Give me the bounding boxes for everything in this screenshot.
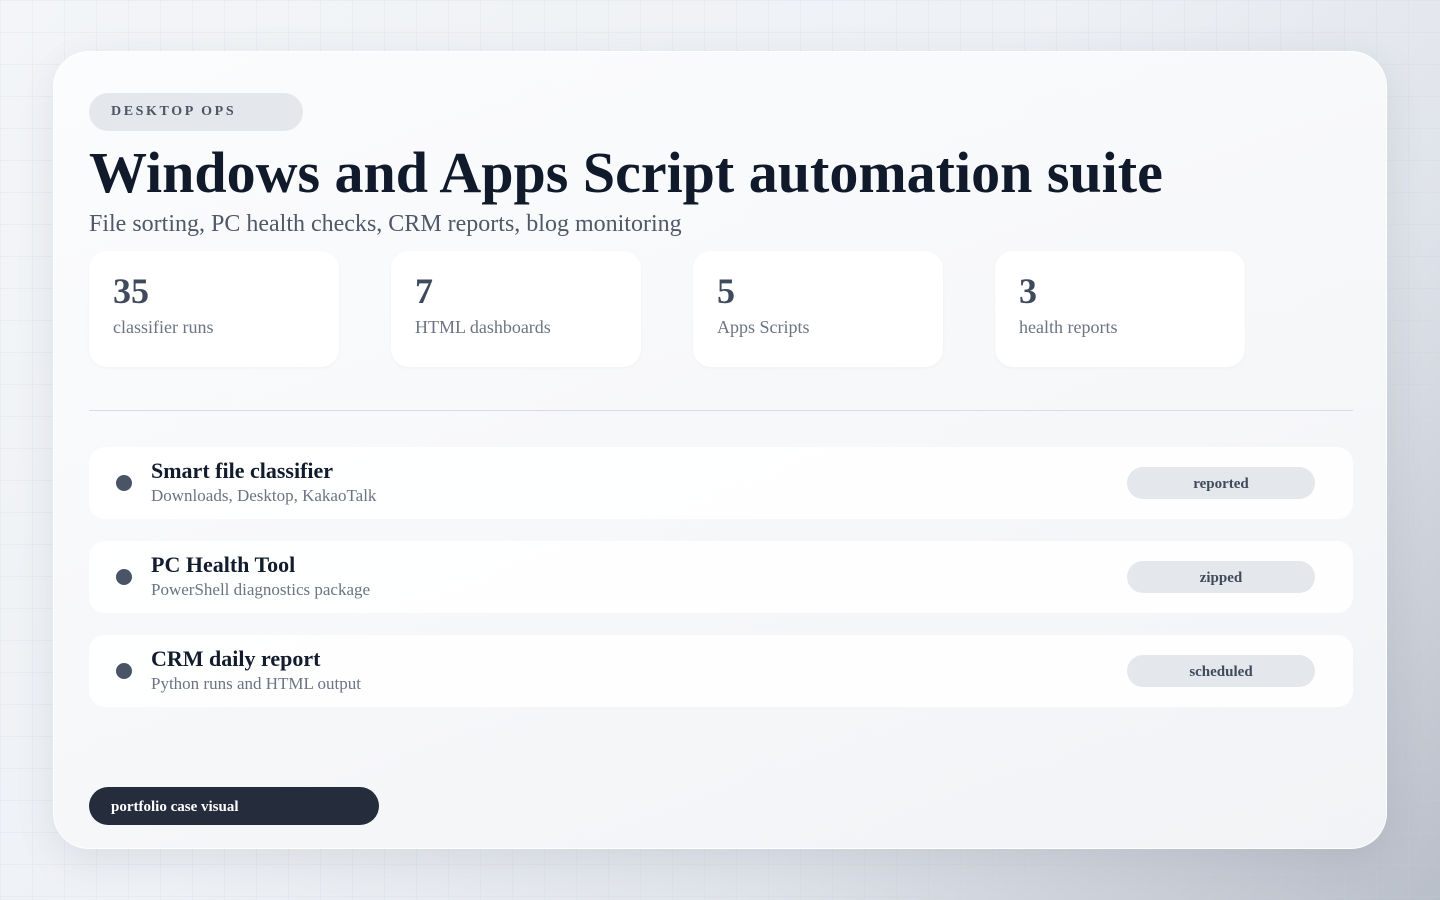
bullet-dot-icon xyxy=(116,663,132,679)
stat-value: 35 xyxy=(113,271,149,311)
stat-card-html-dashboards: 7 HTML dashboards xyxy=(391,251,641,367)
stat-label: classifier runs xyxy=(113,317,214,337)
status-badge: reported xyxy=(1127,467,1315,499)
status-badge: scheduled xyxy=(1127,655,1315,687)
stat-value: 3 xyxy=(1019,271,1037,311)
stat-label: Apps Scripts xyxy=(717,317,810,337)
list-item-subtitle: Downloads, Desktop, KakaoTalk xyxy=(151,486,377,505)
bullet-dot-icon xyxy=(116,569,132,585)
stat-card-classifier-runs: 35 classifier runs xyxy=(89,251,339,367)
list-item-subtitle: PowerShell diagnostics package xyxy=(151,580,371,599)
list-item-title: Smart file classifier xyxy=(151,458,334,483)
stat-value: 5 xyxy=(717,271,735,311)
page-subtitle: File sorting, PC health checks, CRM repo… xyxy=(89,211,682,237)
list-item-crm-daily-report[interactable]: CRM daily report Python runs and HTML ou… xyxy=(89,635,1353,707)
section-divider xyxy=(89,410,1353,411)
list-item-pc-health-tool[interactable]: PC Health Tool PowerShell diagnostics pa… xyxy=(89,541,1353,613)
stat-label: HTML dashboards xyxy=(415,317,551,337)
list-item-subtitle: Python runs and HTML output xyxy=(151,674,361,693)
footer-tag: portfolio case visual xyxy=(89,787,379,825)
list-item-title: CRM daily report xyxy=(151,646,321,671)
stat-label: health reports xyxy=(1019,317,1118,337)
page-title: Windows and Apps Script automation suite xyxy=(89,140,1163,205)
status-badge: zipped xyxy=(1127,561,1315,593)
category-tag: DESKTOP OPS xyxy=(89,93,303,131)
stat-value: 7 xyxy=(415,271,433,311)
case-card: DESKTOP OPS Windows and Apps Script auto… xyxy=(53,51,1387,849)
list-item-title: PC Health Tool xyxy=(151,552,296,577)
bullet-dot-icon xyxy=(116,475,132,491)
stat-card-health-reports: 3 health reports xyxy=(995,251,1245,367)
stat-card-apps-scripts: 5 Apps Scripts xyxy=(693,251,943,367)
list-item-smart-file-classifier[interactable]: Smart file classifier Downloads, Desktop… xyxy=(89,447,1353,519)
